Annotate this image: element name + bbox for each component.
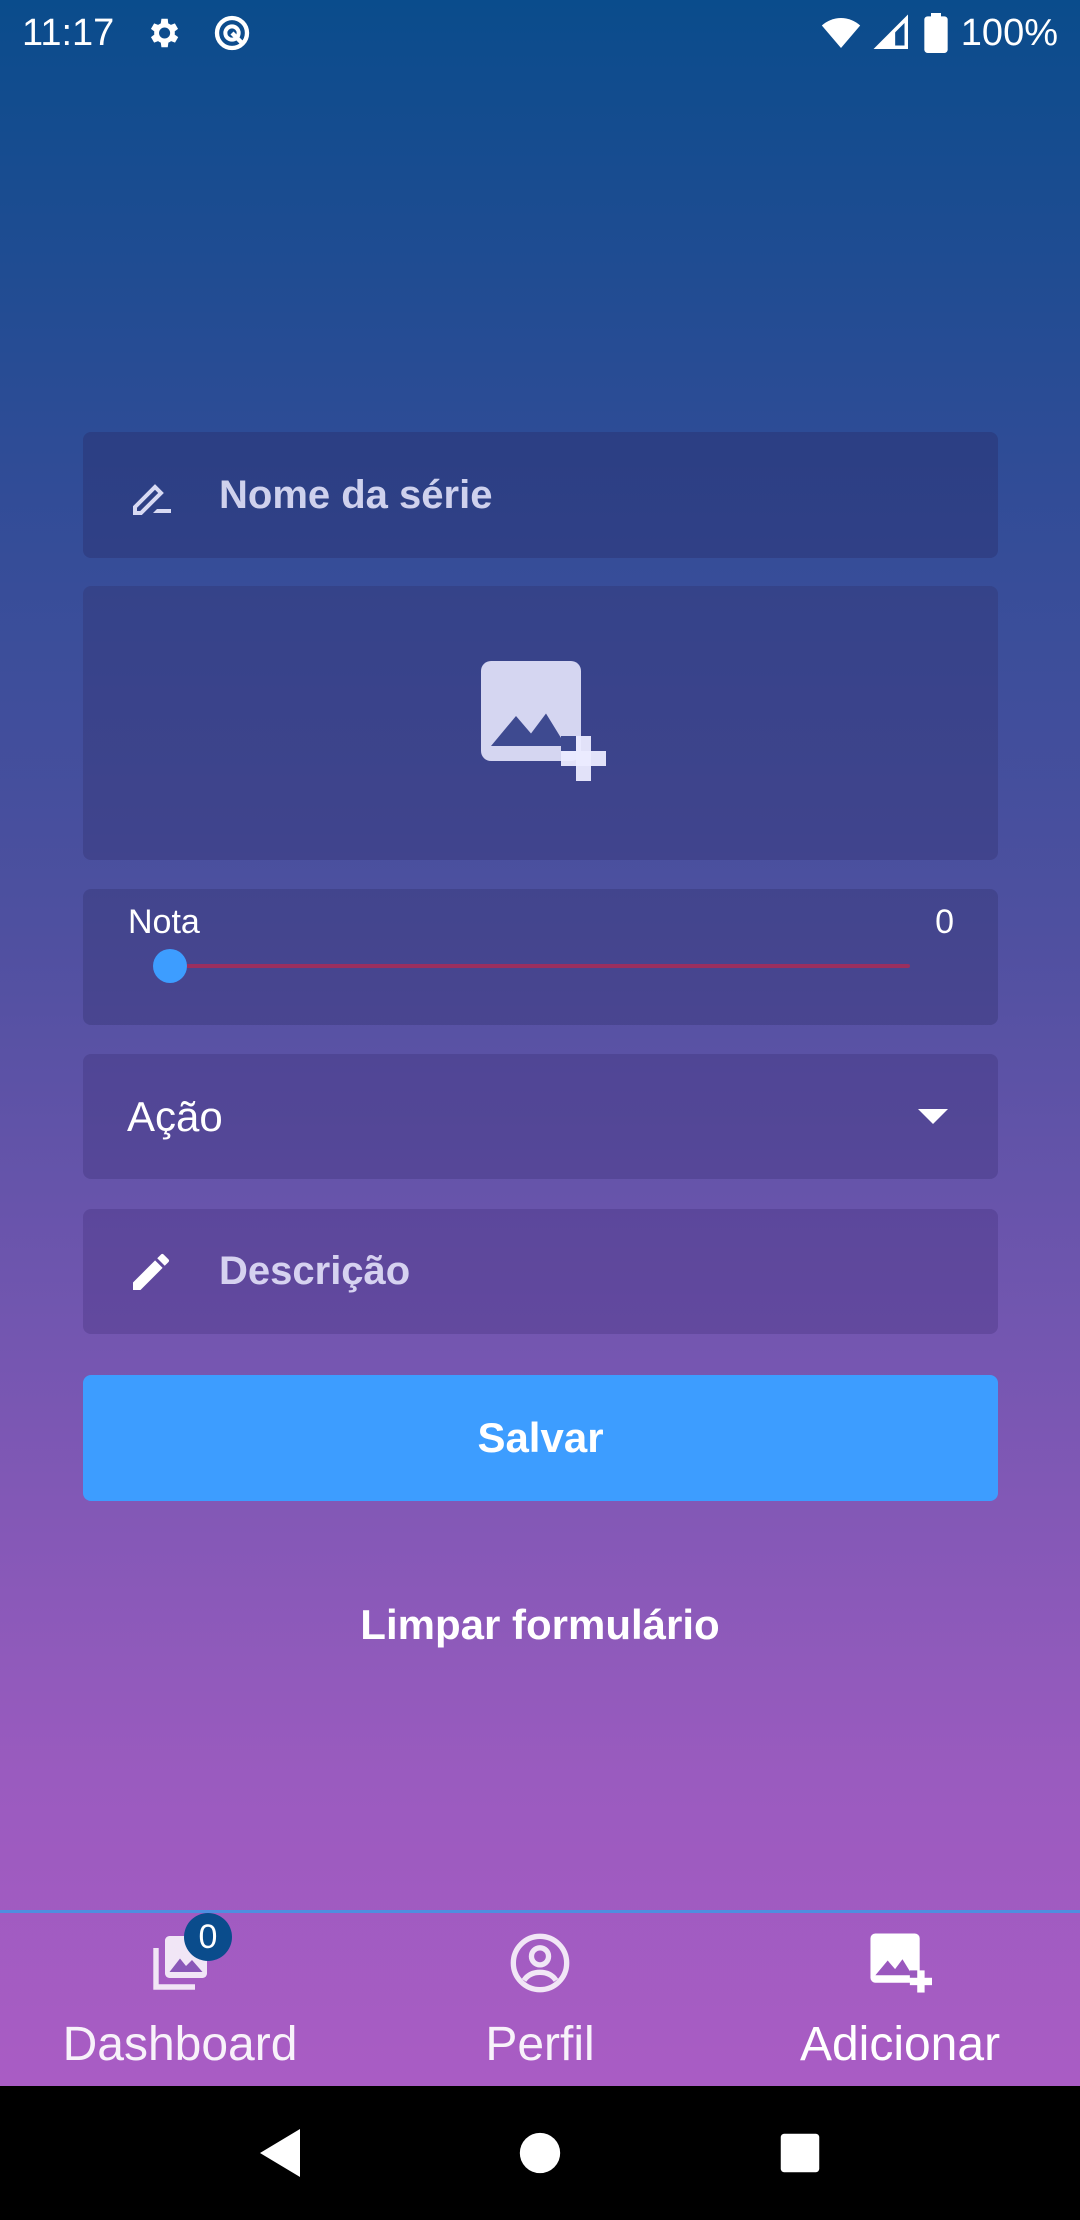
description-placeholder: Descrição	[219, 1249, 411, 1293]
series-name-placeholder: Nome da série	[219, 472, 493, 517]
nav-label-dashboard: Dashboard	[62, 2018, 298, 2071]
nav-label-perfil: Perfil	[485, 2018, 595, 2071]
description-field[interactable]: Descrição	[83, 1209, 998, 1334]
add-photo-nav-icon	[864, 1927, 936, 1999]
dropdown-arrow-icon	[918, 1109, 948, 1124]
rating-field: Nota 0	[83, 889, 998, 1025]
image-picker[interactable]	[83, 586, 998, 860]
series-name-field[interactable]: Nome da série	[83, 432, 998, 558]
settings-icon	[144, 14, 182, 52]
dashboard-badge: 0	[184, 1913, 232, 1961]
back-icon[interactable]	[250, 2123, 310, 2183]
clear-form-button[interactable]: Limpar formulário	[0, 1590, 1080, 1660]
add-photo-icon	[476, 656, 606, 791]
nav-item-adicionar[interactable]: Adicionar	[720, 1913, 1080, 2086]
nav-item-dashboard[interactable]: 0 Dashboard	[0, 1913, 360, 2086]
rating-value: 0	[935, 903, 954, 941]
save-button[interactable]: Salvar	[83, 1375, 998, 1501]
home-icon[interactable]	[510, 2123, 570, 2183]
signal-icon	[873, 14, 911, 52]
wifi-icon	[821, 13, 861, 53]
genre-selected-value: Ação	[127, 1092, 223, 1140]
rating-slider-track[interactable]	[171, 964, 910, 968]
battery-percentage: 100%	[960, 11, 1058, 54]
battery-icon	[923, 13, 949, 53]
no-sim-icon	[212, 13, 252, 53]
pencil-icon	[127, 1248, 175, 1296]
nav-item-perfil[interactable]: Perfil	[360, 1913, 720, 2086]
rating-label: Nota	[128, 903, 200, 941]
genre-dropdown[interactable]: Ação	[83, 1054, 998, 1179]
bottom-navigation: 0 Dashboard Perfil Adicionar	[0, 1910, 1080, 2086]
status-time: 11:17	[22, 11, 115, 54]
system-navigation-bar	[0, 2086, 1080, 2220]
status-bar: 11:17 100%	[0, 0, 1080, 66]
account-circle-icon	[504, 1927, 576, 1999]
recents-icon[interactable]	[770, 2123, 830, 2183]
edit-outline-icon	[127, 471, 175, 519]
nav-label-adicionar: Adicionar	[799, 2018, 1001, 2071]
photo-library-icon: 0	[144, 1913, 232, 1999]
rating-slider-thumb[interactable]	[153, 949, 187, 983]
